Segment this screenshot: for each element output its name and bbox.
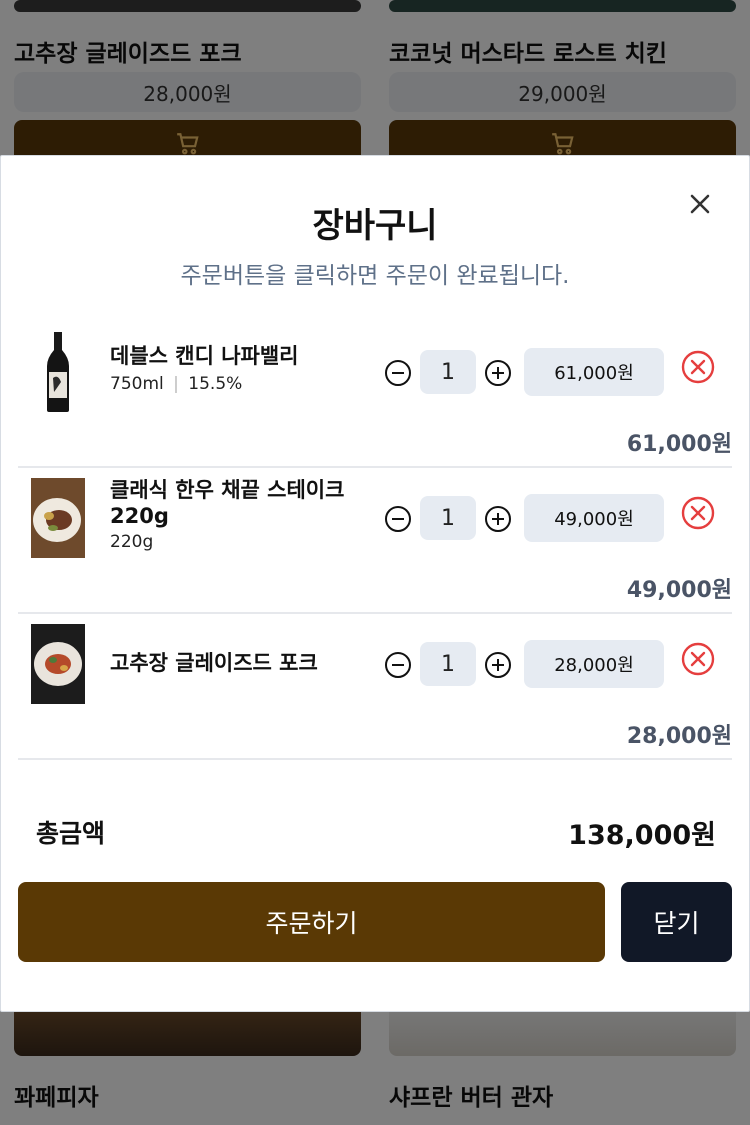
unit-price: 28,000원: [524, 640, 664, 688]
volume-label: 750ml: [110, 374, 164, 394]
row-divider: [18, 758, 732, 760]
cart-title: 장바구니: [312, 206, 438, 246]
order-button[interactable]: 주문하기: [18, 882, 605, 962]
remove-item-button[interactable]: [681, 350, 715, 384]
line-total: 28,000원: [626, 724, 732, 749]
cart-item-name: 데블스 캔디 나파밸리: [110, 344, 299, 368]
cart-item-row: 데블스 캔디 나파밸리 750ml | 15.5% 1 61,000원 61,0…: [18, 322, 732, 468]
increase-quantity-button[interactable]: [484, 359, 512, 387]
close-button[interactable]: 닫기: [621, 882, 732, 962]
cart-item-name: 고추장 글레이즈드 포크: [110, 651, 318, 675]
total-amount: 138,000원: [568, 820, 716, 851]
quantity-value: 1: [420, 350, 476, 394]
weight-label: 220g: [110, 532, 154, 552]
meta-separator: |: [173, 374, 179, 394]
pork-plate-image: [31, 624, 85, 704]
remove-item-button[interactable]: [681, 496, 715, 530]
line-total: 61,000원: [626, 432, 732, 457]
total-label: 총금액: [36, 819, 106, 848]
line-total: 49,000원: [626, 578, 732, 603]
cart-subtitle: 주문버튼을 클릭하면 주문이 완료됩니다.: [180, 263, 570, 289]
cart-item-row: 클래식 한우 채끝 스테이크 220g 220g 1 49,000원 49,00…: [18, 468, 732, 614]
decrease-quantity-button[interactable]: [384, 359, 412, 387]
decrease-quantity-button[interactable]: [384, 505, 412, 533]
cart-item-row: 고추장 글레이즈드 포크 1 28,000원 28,000원: [18, 614, 732, 760]
cart-item-meta: 220g: [110, 532, 153, 552]
increase-quantity-button[interactable]: [484, 651, 512, 679]
wine-bottle-image: [47, 332, 69, 412]
abv-label: 15.5%: [188, 374, 243, 394]
quantity-value: 1: [420, 496, 476, 540]
unit-price: 49,000원: [524, 494, 664, 542]
cart-item-meta: 750ml | 15.5%: [110, 374, 242, 394]
cart-item-name: 클래식 한우 채끝 스테이크 220g: [110, 478, 345, 528]
quantity-value: 1: [420, 642, 476, 686]
increase-quantity-button[interactable]: [484, 505, 512, 533]
steak-plate-image: [31, 478, 85, 558]
remove-item-button[interactable]: [681, 642, 715, 676]
unit-price: 61,000원: [524, 348, 664, 396]
decrease-quantity-button[interactable]: [384, 651, 412, 679]
